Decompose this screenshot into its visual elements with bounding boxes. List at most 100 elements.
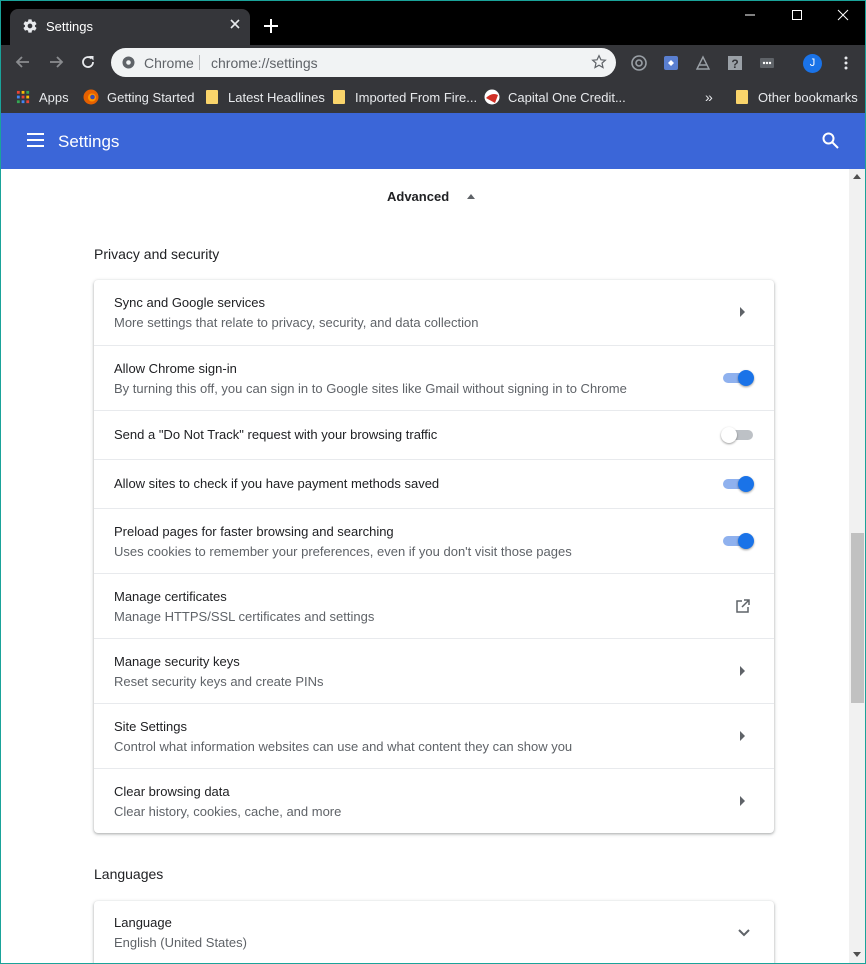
bookmark-label: Imported From Fire...	[355, 89, 478, 105]
folder-icon	[333, 90, 345, 104]
bookmark-star-icon[interactable]	[591, 54, 607, 70]
row-clear-browsing-data[interactable]: Clear browsing data Clear history, cooki…	[94, 768, 774, 833]
chevron-right-icon[interactable]	[740, 666, 745, 676]
bookmark-label: Apps	[39, 89, 69, 105]
folder-icon	[206, 90, 218, 104]
row-label: Allow Chrome sign-in	[114, 361, 237, 376]
chrome-page-icon	[122, 56, 135, 69]
pdf-extension-icon[interactable]	[694, 54, 712, 72]
toggle-knob	[721, 427, 737, 443]
password-extension-icon[interactable]	[758, 54, 776, 72]
bookmark-imported-folder[interactable]: Imported From Fire...	[333, 86, 477, 108]
row-label: Site Settings	[114, 719, 187, 734]
scroll-up-arrow-icon[interactable]	[853, 174, 861, 179]
bookmark-capital-one[interactable]: Capital One Credit...	[484, 86, 626, 108]
row-payment-methods: Allow sites to check if you have payment…	[94, 459, 774, 508]
row-language[interactable]: Language English (United States)	[94, 901, 774, 963]
row-sync-google-services[interactable]: Sync and Google services More settings t…	[94, 280, 774, 345]
row-sublabel: Uses cookies to remember your preference…	[114, 544, 572, 559]
toggle-knob	[738, 533, 754, 549]
reload-icon[interactable]	[79, 53, 97, 71]
settings-header: Settings	[1, 113, 865, 169]
row-allow-chrome-sign-in: Allow Chrome sign-in By turning this off…	[94, 345, 774, 410]
close-icon[interactable]	[228, 17, 242, 31]
apps-grid-icon	[16, 90, 30, 103]
row-manage-certificates[interactable]: Manage certificates Manage HTTPS/SSL cer…	[94, 573, 774, 638]
row-sublabel: Manage HTTPS/SSL certificates and settin…	[114, 609, 375, 624]
row-label: Send a "Do Not Track" request with your …	[114, 427, 438, 442]
row-sublabel: By turning this off, you can sign in to …	[114, 381, 627, 396]
tab-strip: Settings	[1, 1, 865, 45]
gear-icon	[23, 19, 37, 33]
profile-avatar[interactable]: J	[803, 54, 822, 73]
svg-text:?: ?	[731, 57, 738, 71]
omnibox-separator	[199, 55, 200, 70]
chevron-right-icon[interactable]	[740, 307, 745, 317]
maximize-icon[interactable]	[789, 7, 805, 23]
advanced-toggle[interactable]: Advanced	[387, 189, 449, 204]
row-sublabel: Control what information websites can us…	[114, 739, 573, 754]
chevron-right-icon[interactable]	[740, 796, 745, 806]
back-arrow-icon[interactable]	[14, 53, 32, 71]
row-do-not-track: Send a "Do Not Track" request with your …	[94, 410, 774, 459]
forward-arrow-icon[interactable]	[47, 53, 65, 71]
scrollbar-thumb[interactable]	[851, 533, 864, 703]
cast-extension-icon[interactable]	[630, 54, 648, 72]
row-label: Allow sites to check if you have payment…	[114, 476, 440, 491]
privacy-card: Sync and Google services More settings t…	[94, 280, 774, 833]
bookmark-label: Latest Headlines	[228, 89, 325, 105]
bookmark-apps[interactable]: Apps	[16, 86, 69, 108]
window-close-icon[interactable]	[835, 7, 851, 23]
external-link-icon[interactable]	[735, 598, 751, 614]
new-tab-plus-icon[interactable]	[263, 18, 279, 34]
search-icon[interactable]	[822, 132, 839, 149]
chevron-right-icon[interactable]	[740, 731, 745, 741]
hamburger-menu-icon[interactable]	[27, 133, 44, 147]
address-bar[interactable]: Chrome chrome://settings	[111, 48, 616, 77]
help-extension-icon[interactable]: ?	[726, 54, 744, 72]
firefox-icon	[83, 89, 99, 105]
bookmark-label: Getting Started	[107, 89, 195, 105]
row-label: Sync and Google services	[114, 295, 266, 310]
row-manage-security-keys[interactable]: Manage security keys Reset security keys…	[94, 638, 774, 703]
toggle-do-not-track[interactable]	[721, 427, 755, 443]
folder-icon	[736, 90, 748, 104]
bookmark-latest-headlines[interactable]: Latest Headlines	[206, 86, 325, 108]
toggle-chrome-sign-in[interactable]	[723, 370, 755, 386]
omnibox-site-chip: Chrome	[144, 55, 194, 71]
row-label: Manage security keys	[114, 654, 240, 669]
settings-content: Advanced Privacy and security Sync and G…	[1, 169, 849, 963]
toolbar: Chrome chrome://settings ? J	[1, 45, 865, 81]
tab-settings[interactable]: Settings	[10, 9, 250, 45]
bookmarks-bar: Apps Getting Started Latest Headlines Im…	[1, 81, 865, 113]
bookmark-label: Other bookmarks	[758, 89, 858, 105]
bookmark-label: Capital One Credit...	[508, 89, 626, 105]
collapse-arrow-icon[interactable]	[467, 194, 475, 199]
omnibox-url[interactable]: chrome://settings	[211, 55, 318, 71]
row-preload-pages: Preload pages for faster browsing and se…	[94, 508, 774, 573]
bitwarden-extension-icon[interactable]	[662, 54, 680, 72]
scroll-down-arrow-icon[interactable]	[853, 952, 861, 957]
chevron-down-icon[interactable]	[737, 928, 751, 938]
languages-card: Language English (United States)	[94, 901, 774, 963]
minimize-icon[interactable]	[742, 7, 758, 23]
row-label: Clear browsing data	[114, 784, 230, 799]
toggle-preload-pages[interactable]	[723, 533, 755, 549]
bookmark-getting-started[interactable]: Getting Started	[83, 86, 194, 108]
row-label: Language	[114, 915, 172, 930]
page-scrollbar[interactable]	[849, 169, 865, 963]
section-title-privacy: Privacy and security	[94, 246, 220, 262]
row-sublabel: More settings that relate to privacy, se…	[114, 315, 479, 330]
row-site-settings[interactable]: Site Settings Control what information w…	[94, 703, 774, 768]
bookmark-other-bookmarks[interactable]: Other bookmarks	[736, 86, 858, 108]
row-label: Preload pages for faster browsing and se…	[114, 524, 394, 539]
row-label: Manage certificates	[114, 589, 227, 604]
more-vert-icon[interactable]	[839, 55, 853, 71]
section-title-languages: Languages	[94, 866, 164, 882]
page-title: Settings	[58, 132, 120, 151]
toggle-payment-methods[interactable]	[723, 476, 755, 492]
tab-title: Settings	[46, 19, 93, 34]
chrome-window: Settings Chrome chrome://settings ? J Ap…	[0, 0, 866, 964]
bookmarks-overflow-button[interactable]: »	[705, 86, 713, 108]
toggle-knob	[738, 476, 754, 492]
